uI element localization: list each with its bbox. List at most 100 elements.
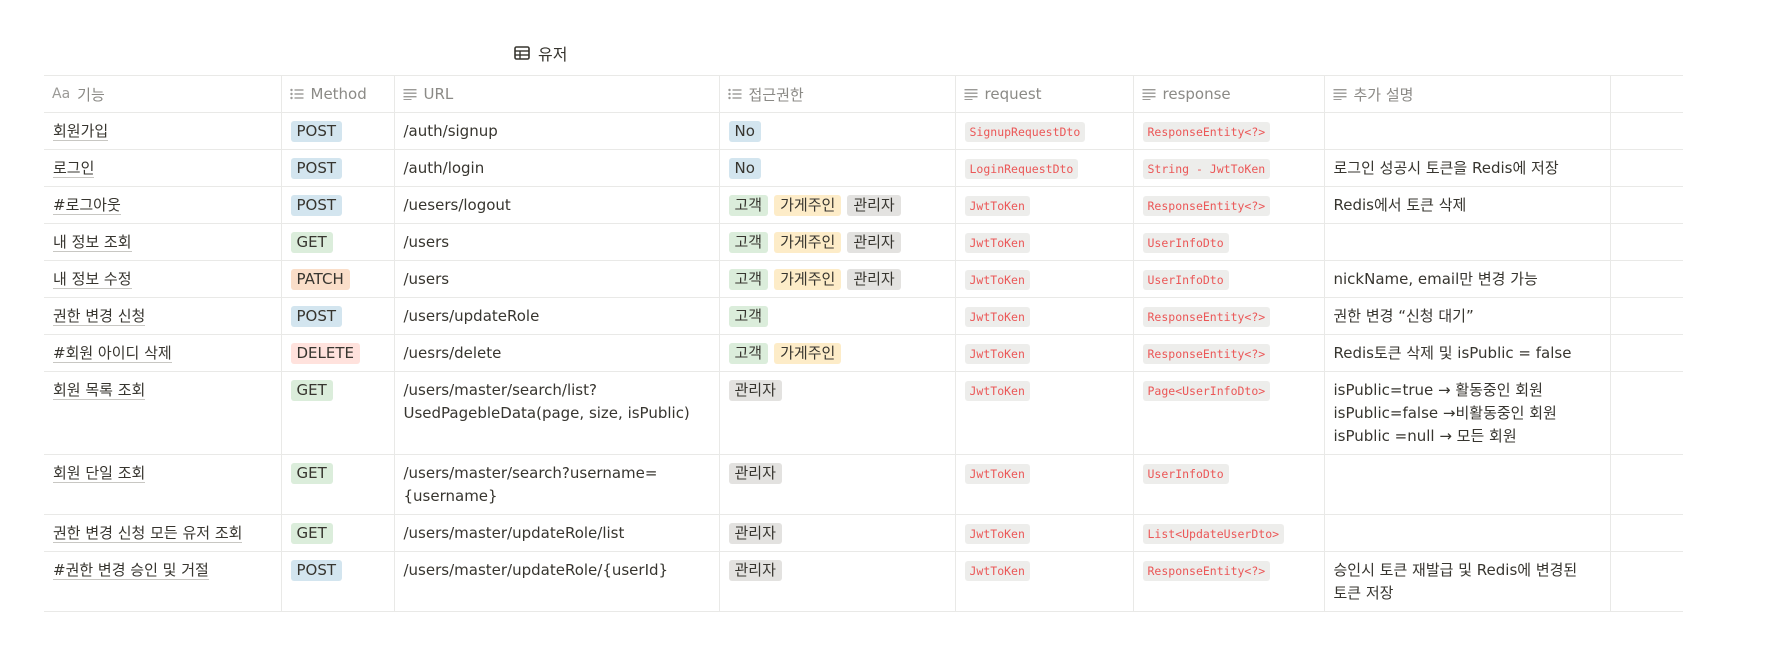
cell-method[interactable]: POST: [281, 149, 395, 187]
cell-name[interactable]: #회원 아이디 삭제: [44, 334, 282, 372]
database-title[interactable]: 유저: [514, 40, 567, 66]
cell-note[interactable]: [1324, 514, 1611, 552]
cell-request[interactable]: JwtToKen: [955, 186, 1134, 224]
cell-method[interactable]: GET: [281, 371, 395, 455]
cell-response[interactable]: ResponseEntity<?>: [1133, 112, 1325, 150]
cell-response[interactable]: ResponseEntity<?>: [1133, 551, 1325, 612]
cell-url[interactable]: /users/master/search?username= {username}: [394, 454, 720, 515]
cell-response[interactable]: UserInfoDto: [1133, 260, 1325, 298]
cell-response[interactable]: Page<UserInfoDto>: [1133, 371, 1325, 455]
cell-access[interactable]: 고객 가게주인 관리자: [719, 223, 956, 261]
cell-access[interactable]: No: [719, 112, 956, 150]
cell-request[interactable]: JwtToKen: [955, 260, 1134, 298]
cell-note[interactable]: Redis에서 토큰 삭제: [1324, 186, 1611, 224]
cell-request[interactable]: JwtToKen: [955, 334, 1134, 372]
table-row[interactable]: 권한 변경 신청 모든 유저 조회 GET/users/master/update…: [44, 514, 1683, 552]
table-row[interactable]: #로그아웃 POST/uesers/logout 고객 가게주인 관리자 JwtToKen…: [44, 186, 1683, 224]
column-header-5[interactable]: request: [955, 75, 1134, 113]
table-row[interactable]: 회원 목록 조회 GET/users/master/search/list? Use…: [44, 371, 1683, 455]
table-row[interactable]: #회원 아이디 삭제 DELETE/uesrs/delete 고객 가게주인 JwtTo…: [44, 334, 1683, 372]
cell-note[interactable]: [1324, 223, 1611, 261]
cell-url[interactable]: /users: [394, 223, 720, 261]
cell-response[interactable]: ResponseEntity<?>: [1133, 334, 1325, 372]
cell-name[interactable]: 회원 단일 조회: [44, 454, 282, 515]
cell-url[interactable]: /auth/login: [394, 149, 720, 187]
column-header-1[interactable]: Aa 기능: [44, 75, 282, 113]
table-row[interactable]: #권한 변경 승인 및 거절 POST/users/master/updateRo…: [44, 551, 1683, 612]
cell-response[interactable]: String - JwtToKen: [1133, 149, 1325, 187]
cell-name[interactable]: 권한 변경 신청: [44, 297, 282, 335]
cell-note[interactable]: 권한 변경 “신청 대기”: [1324, 297, 1611, 335]
row-name[interactable]: #권한 변경 승인 및 거절: [53, 561, 209, 580]
table-row[interactable]: 내 정보 수정 PATCH/users 고객 가게주인 관리자 JwtToKen UserI…: [44, 260, 1683, 298]
column-header-7[interactable]: 추가 설명: [1324, 75, 1611, 113]
cell-method[interactable]: GET: [281, 514, 395, 552]
cell-request[interactable]: SignupRequestDto: [955, 112, 1134, 150]
cell-response[interactable]: UserInfoDto: [1133, 454, 1325, 515]
cell-note[interactable]: 로그인 성공시 토큰을 Redis에 저장: [1324, 149, 1611, 187]
row-name[interactable]: #회원 아이디 삭제: [53, 344, 172, 363]
cell-name[interactable]: 내 정보 수정: [44, 260, 282, 298]
cell-access[interactable]: No: [719, 149, 956, 187]
cell-url[interactable]: /users/updateRole: [394, 297, 720, 335]
cell-access[interactable]: 고객 가게주인 관리자: [719, 260, 956, 298]
cell-name[interactable]: 로그인: [44, 149, 282, 187]
cell-name[interactable]: 회원가입: [44, 112, 282, 150]
cell-url[interactable]: /users/master/updateRole/list: [394, 514, 720, 552]
row-name[interactable]: 로그인: [53, 159, 95, 178]
cell-url[interactable]: /auth/signup: [394, 112, 720, 150]
table-row[interactable]: 내 정보 조회 GET/users 고객 가게주인 관리자 JwtToKen UserInf…: [44, 223, 1683, 261]
cell-response[interactable]: List<UpdateUserDto>: [1133, 514, 1325, 552]
cell-name[interactable]: #로그아웃: [44, 186, 282, 224]
cell-access[interactable]: 고객 가게주인: [719, 334, 956, 372]
cell-method[interactable]: GET: [281, 223, 395, 261]
cell-note[interactable]: Redis토큰 삭제 및 isPublic = false: [1324, 334, 1611, 372]
cell-access[interactable]: 관리자: [719, 551, 956, 612]
table-row[interactable]: 회원 단일 조회 GET/users/master/search?username…: [44, 454, 1683, 515]
cell-url[interactable]: /users/master/search/list? UsedPagebleDat…: [394, 371, 720, 455]
column-header-3[interactable]: URL: [394, 75, 720, 113]
cell-note[interactable]: 승인시 토큰 재발급 및 Redis에 변경된 토큰 저장: [1324, 551, 1611, 612]
row-name[interactable]: 권한 변경 신청: [53, 307, 146, 326]
column-header-6[interactable]: response: [1133, 75, 1325, 113]
cell-url[interactable]: /users/master/updateRole/{userId}: [394, 551, 720, 612]
cell-access[interactable]: 고객 가게주인 관리자: [719, 186, 956, 224]
column-header-4[interactable]: 접근권한: [719, 75, 956, 113]
cell-method[interactable]: POST: [281, 297, 395, 335]
cell-request[interactable]: JwtToKen: [955, 454, 1134, 515]
cell-access[interactable]: 관리자: [719, 454, 956, 515]
cell-method[interactable]: POST: [281, 112, 395, 150]
cell-url[interactable]: /uesrs/delete: [394, 334, 720, 372]
row-name[interactable]: #로그아웃: [53, 196, 121, 215]
table-row[interactable]: 권한 변경 신청 POST/users/updateRole 고객 JwtToKen R…: [44, 297, 1683, 335]
cell-request[interactable]: LoginRequestDto: [955, 149, 1134, 187]
cell-method[interactable]: GET: [281, 454, 395, 515]
cell-method[interactable]: DELETE: [281, 334, 395, 372]
column-header-2[interactable]: Method: [281, 75, 395, 113]
row-name[interactable]: 권한 변경 신청 모든 유저 조회: [53, 524, 243, 543]
cell-access[interactable]: 고객: [719, 297, 956, 335]
cell-response[interactable]: ResponseEntity<?>: [1133, 186, 1325, 224]
cell-request[interactable]: JwtToKen: [955, 223, 1134, 261]
cell-url[interactable]: /users: [394, 260, 720, 298]
cell-name[interactable]: 내 정보 조회: [44, 223, 282, 261]
cell-url[interactable]: /uesers/logout: [394, 186, 720, 224]
cell-response[interactable]: ResponseEntity<?>: [1133, 297, 1325, 335]
cell-access[interactable]: 관리자: [719, 514, 956, 552]
row-name[interactable]: 내 정보 조회: [53, 233, 132, 252]
cell-request[interactable]: JwtToKen: [955, 371, 1134, 455]
cell-request[interactable]: JwtToKen: [955, 514, 1134, 552]
table-row[interactable]: 회원가입 POST/auth/signup No SignupRequestDto Re…: [44, 112, 1683, 150]
cell-method[interactable]: POST: [281, 186, 395, 224]
cell-method[interactable]: PATCH: [281, 260, 395, 298]
cell-note[interactable]: [1324, 112, 1611, 150]
cell-response[interactable]: UserInfoDto: [1133, 223, 1325, 261]
row-name[interactable]: 회원가입: [53, 122, 109, 141]
cell-name[interactable]: #권한 변경 승인 및 거절: [44, 551, 282, 612]
cell-note[interactable]: [1324, 454, 1611, 515]
cell-request[interactable]: JwtToKen: [955, 297, 1134, 335]
cell-name[interactable]: 권한 변경 신청 모든 유저 조회: [44, 514, 282, 552]
table-row[interactable]: 로그인 POST/auth/login No LoginRequestDto Strin…: [44, 149, 1683, 187]
cell-note[interactable]: isPublic=true → 활동중인 회원 isPublic=false →비…: [1324, 371, 1611, 455]
cell-method[interactable]: POST: [281, 551, 395, 612]
